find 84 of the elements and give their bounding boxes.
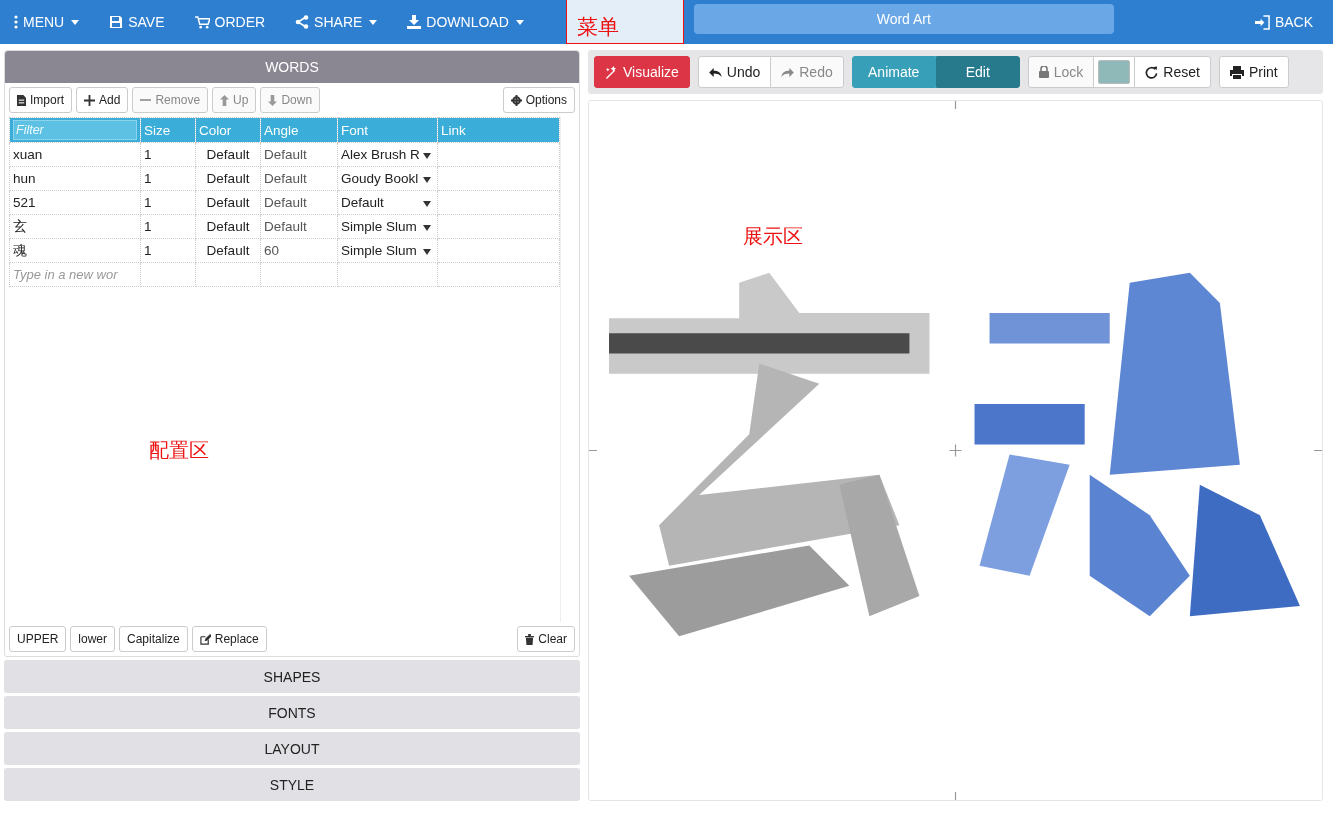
app-title: Word Art xyxy=(693,4,1114,34)
table-cell: 1 xyxy=(140,238,196,263)
table-cell: hun xyxy=(9,166,141,191)
case-button[interactable]: UPPER xyxy=(9,626,67,652)
toolbar-button[interactable]: Add xyxy=(76,87,129,113)
case-button[interactable]: Replace xyxy=(191,626,267,652)
floppy-icon xyxy=(109,15,124,29)
minus-icon xyxy=(140,99,152,101)
plus-icon xyxy=(84,94,95,106)
arrow-down-icon xyxy=(268,94,278,106)
table-cell: 1 xyxy=(140,214,196,239)
edit-icon xyxy=(199,633,211,645)
file-icon xyxy=(17,94,26,106)
reset-button[interactable]: Reset xyxy=(1134,56,1211,88)
font-dropdown[interactable]: Alex Brush R xyxy=(337,142,438,167)
table-cell: Default xyxy=(260,190,338,215)
menu-item[interactable]: SAVE xyxy=(109,0,181,44)
printer-icon xyxy=(1229,65,1244,79)
table-cell: Default xyxy=(195,166,261,191)
table-cell: Default xyxy=(260,142,338,167)
menu-item[interactable]: SHARE xyxy=(295,0,394,44)
undo-icon xyxy=(708,67,722,77)
font-dropdown[interactable]: Default xyxy=(337,190,438,215)
undo-button[interactable]: Undo xyxy=(697,56,772,88)
column-header: Angle xyxy=(260,117,338,143)
section-header[interactable]: FONTS xyxy=(4,696,580,729)
print-button[interactable]: Print xyxy=(1218,56,1289,88)
lock-icon xyxy=(1038,66,1049,78)
filter-field[interactable]: Filter xyxy=(13,120,137,140)
visualize-button[interactable]: Visualize xyxy=(594,56,690,88)
table-cell: 1 xyxy=(140,166,196,191)
table-cell: Default xyxy=(195,214,261,239)
font-dropdown[interactable]: Goudy Bookl xyxy=(337,166,438,191)
panel-header: WORDS xyxy=(5,51,579,83)
table-cell: 1 xyxy=(140,142,196,167)
annotation-label: 展示区 xyxy=(743,224,803,249)
download-icon xyxy=(407,15,422,29)
new-word-field[interactable]: Type in a new wor xyxy=(9,262,141,287)
caret-icon xyxy=(423,224,431,231)
magic-wand-icon xyxy=(605,65,618,79)
caret-icon xyxy=(423,248,431,255)
table-cell: xuan xyxy=(9,142,141,167)
table-cell: Default xyxy=(195,142,261,167)
table-cell: Default xyxy=(260,166,338,191)
section-header[interactable]: STYLE xyxy=(4,768,580,801)
share-icon xyxy=(295,15,310,29)
table-cell: Default xyxy=(195,238,261,263)
case-button[interactable]: Capitalize xyxy=(119,626,188,652)
column-header: Link xyxy=(437,117,560,143)
caret-icon xyxy=(423,200,431,207)
case-button[interactable]: lower xyxy=(70,626,116,652)
column-header: Font xyxy=(337,117,438,143)
options-button[interactable]: Options xyxy=(502,87,575,113)
back-button[interactable]: BACK xyxy=(1254,14,1313,30)
table-cell: Default xyxy=(260,214,338,239)
trash-icon xyxy=(525,633,535,645)
mode-tab[interactable]: Edit xyxy=(935,56,1020,88)
font-dropdown[interactable]: Simple Slum xyxy=(337,238,438,263)
clear-button[interactable]: Clear xyxy=(517,626,575,652)
section-header[interactable]: LAYOUT xyxy=(4,732,580,765)
caret-icon xyxy=(423,176,431,183)
toolbar-button[interactable]: Import xyxy=(9,87,72,113)
caret-icon xyxy=(423,152,431,159)
annotation-label: 菜单 xyxy=(565,0,684,44)
table-cell: 521 xyxy=(9,190,141,215)
font-dropdown[interactable]: Simple Slum xyxy=(337,214,438,239)
sign-in-icon xyxy=(1254,14,1270,30)
table-cell: 1 xyxy=(140,190,196,215)
menu-item[interactable]: MENU xyxy=(14,0,96,44)
reset-icon xyxy=(1145,65,1159,79)
cart-icon xyxy=(194,15,210,29)
redo-icon xyxy=(781,67,795,77)
table-cell: 60 xyxy=(260,238,338,263)
menu-item[interactable]: ORDER xyxy=(194,0,282,44)
column-header: Color xyxy=(195,117,261,143)
table-cell: 玄 xyxy=(9,214,141,239)
menu-item[interactable]: DOWNLOAD xyxy=(407,0,540,44)
kebab-icon xyxy=(14,15,18,29)
table-cell: 魂 xyxy=(9,238,141,263)
table-cell: Default xyxy=(195,190,261,215)
section-header[interactable]: SHAPES xyxy=(4,660,580,693)
column-header: Size xyxy=(140,117,196,143)
annotation-label: 配置区 xyxy=(149,438,209,463)
arrow-up-icon xyxy=(220,94,230,106)
